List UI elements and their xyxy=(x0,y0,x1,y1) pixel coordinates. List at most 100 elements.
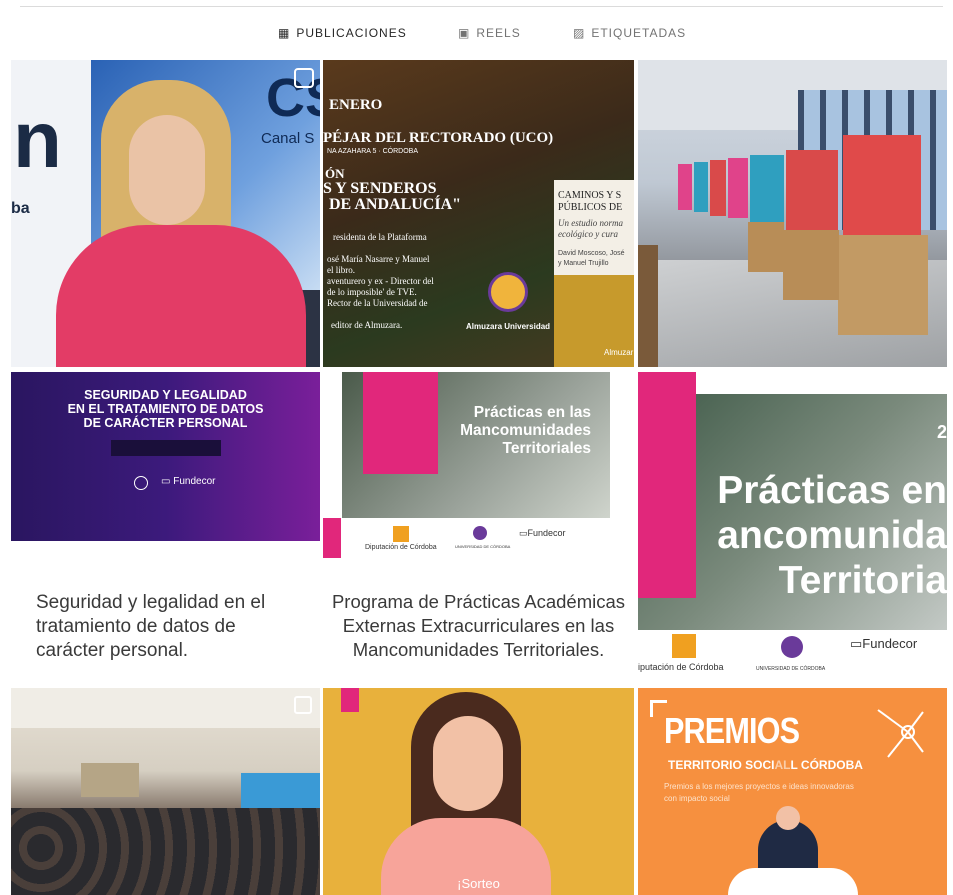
tab-publicaciones[interactable]: ▦ PUBLICACIONES xyxy=(278,18,407,48)
book-cover: CAMINOS Y S PÚBLICOS DE Un estudio norma… xyxy=(554,180,634,367)
event-text-4: aventurero y ex - Director del xyxy=(327,276,434,286)
practicas-1-title-1: Prácticas en las xyxy=(473,404,591,421)
publisher-name-1: Almuzara xyxy=(466,322,503,331)
panel-stand-2 xyxy=(783,230,839,300)
studio-letter: n xyxy=(13,95,62,184)
event-address: NA AZAHARA 5 · CÓRDOBA xyxy=(327,148,419,155)
event-month: ENERO xyxy=(329,97,383,113)
sorteo-text: ¡Sorteo xyxy=(457,876,500,891)
book-desc-2: ecológico y cura xyxy=(558,229,618,239)
post-tile-classroom[interactable] xyxy=(11,688,320,895)
channel-logo-sub: Canal S xyxy=(261,130,315,147)
practicas-2-title-1: Prácticas en xyxy=(717,469,947,512)
tab-label: ETIQUETADAS xyxy=(591,26,687,40)
diputacion-logo-icon-2 xyxy=(672,634,696,658)
presenter-face xyxy=(129,115,205,225)
event-text-1: residenta de la Plataforma xyxy=(333,232,427,242)
fundecor-logo: ▭ Fundecor xyxy=(161,476,216,487)
caption-practicas: Programa de Prácticas Académicas Externa… xyxy=(331,591,626,660)
header-divider xyxy=(20,6,943,7)
event-text-3: el libro. xyxy=(327,265,355,275)
grid-icon: ▦ xyxy=(278,26,291,40)
seguridad-speaker-bar xyxy=(111,440,221,456)
tab-reels[interactable]: ▣ REELS xyxy=(458,18,521,48)
post-tile-news[interactable]: n ba CS Canal S xyxy=(11,60,320,367)
premios-subtitle-2: AL xyxy=(774,758,791,772)
person-head xyxy=(776,806,800,830)
multi-post-icon xyxy=(294,696,312,714)
event-venue: PÉJAR DEL RECTORADO (UCO) xyxy=(323,130,554,146)
post-tile-seguridad[interactable]: SEGURIDAD Y LEGALIDAD EN EL TRATAMIENTO … xyxy=(11,372,320,541)
post-tile-practicas-2[interactable]: 2 Prácticas en ancomunida Territoria ipu… xyxy=(638,372,947,685)
book-title: CAMINOS Y S xyxy=(558,190,622,201)
book-desc: Un estudio norma xyxy=(558,218,623,228)
sorteo-accent xyxy=(341,688,359,712)
fundecor-logo-2-text: Fundecor xyxy=(527,528,566,538)
diputacion-logo-text: Diputación de Córdoba xyxy=(365,544,437,551)
panel-5 xyxy=(710,160,726,216)
bench xyxy=(638,245,658,367)
uco-logo-text-2: UNIVERSIDAD DE CÓRDOBA xyxy=(756,666,826,672)
caption-seguridad: Seguridad y legalidad en el tratamiento … xyxy=(36,592,266,661)
practicas-1-title-3: Territoriales xyxy=(502,440,591,457)
practicas-1-title: Prácticas en las Mancomunidades Territor… xyxy=(421,404,591,458)
reel-icon xyxy=(294,68,314,88)
diputacion-logo-icon xyxy=(393,526,409,542)
book-publisher: Almuzar xyxy=(604,348,634,357)
fundecor-logo-3: ▭Fundecor xyxy=(850,636,918,651)
book-subtitle: PÚBLICOS DE xyxy=(558,202,623,213)
tagged-icon: ▨ xyxy=(573,26,586,40)
tab-label: REELS xyxy=(476,26,521,40)
premios-title: PREMIOS xyxy=(664,710,800,751)
seguridad-title-2: EN EL TRATAMIENTO DE DATOS xyxy=(67,402,264,416)
post-tile-exhibition[interactable] xyxy=(638,60,947,367)
book-authors-2: y Manuel Trujillo xyxy=(558,260,609,267)
uco-logo-icon-2 xyxy=(473,526,487,540)
publisher-logo-icon xyxy=(488,272,528,312)
panel-stand-1 xyxy=(838,235,928,335)
diputacion-logo-text-2: iputación de Córdoba xyxy=(638,662,724,672)
panel-6 xyxy=(694,162,708,212)
classroom-board xyxy=(81,763,139,797)
woman-face xyxy=(433,716,503,811)
premios-subtitle-1: TERRITORIO SOCI xyxy=(668,758,775,772)
fundecor-logo-2: ▭Fundecor xyxy=(519,528,566,538)
post-tile-sorteo[interactable]: ¡Sorteo xyxy=(323,688,634,895)
classroom-ceiling xyxy=(11,688,320,728)
practicas-1-title-2: Mancomunidades xyxy=(460,422,591,439)
studio-text: ba xyxy=(11,200,30,217)
premios-desc-1: Premios a los mejores proyectos e ideas … xyxy=(664,782,854,791)
seguridad-title-1: SEGURIDAD Y LEGALIDAD xyxy=(84,388,247,402)
event-title-2: DE ANDALUCÍA" xyxy=(329,196,462,213)
practicas-1-logos: Diputación de Córdoba UNIVERSIDAD DE CÓR… xyxy=(343,524,611,558)
practicas-2-title-2: ancomunida xyxy=(717,514,947,557)
panel-1 xyxy=(843,135,921,235)
premios-desc-2: con impacto social xyxy=(664,794,730,803)
tab-etiquetadas[interactable]: ▨ ETIQUETADAS xyxy=(573,18,686,48)
publisher-name-2: Universidad xyxy=(504,322,551,331)
post-tile-premios[interactable]: PREMIOS TERRITORIO SOCIALL CÓRDOBA Premi… xyxy=(638,688,947,895)
practicas-1-accent-2 xyxy=(323,518,341,558)
fundecor-logo-3-text: Fundecor xyxy=(862,636,918,651)
uco-logo-text: UNIVERSIDAD DE CÓRDOBA xyxy=(455,544,511,549)
post-tile-practicas-1[interactable]: Prácticas en las Mancomunidades Territor… xyxy=(323,372,634,685)
event-text-2: osé María Nasarre y Manuel xyxy=(327,254,430,264)
fundecor-logo-text: Fundecor xyxy=(173,476,216,487)
premios-subtitle-3: L CÓRDOBA xyxy=(790,758,863,772)
panel-4 xyxy=(728,158,748,218)
presenter-shirt xyxy=(56,225,306,367)
seguridad-title-3: DE CARÁCTER PERSONAL xyxy=(83,416,248,430)
event-text-7: editor de Almuzara. xyxy=(331,320,403,330)
audience xyxy=(11,808,320,895)
panel-2 xyxy=(786,150,838,230)
book-authors: David Moscoso, José xyxy=(558,250,625,257)
seguridad-title: SEGURIDAD Y LEGALIDAD EN EL TRATAMIENTO … xyxy=(11,388,320,430)
practicas-2-title-3: Territoria xyxy=(778,559,947,602)
practicas-2-year: 2 xyxy=(936,422,947,442)
profile-tabs: ▦ PUBLICACIONES ▣ REELS ▨ ETIQUETADAS xyxy=(0,18,953,48)
cloud-shape xyxy=(728,868,858,895)
network-icon xyxy=(877,709,924,758)
tab-label: PUBLICACIONES xyxy=(296,26,407,40)
post-tile-book-event[interactable]: ENERO PÉJAR DEL RECTORADO (UCO) NA AZAHA… xyxy=(323,60,634,367)
uco-logo-icon-3 xyxy=(781,636,803,658)
